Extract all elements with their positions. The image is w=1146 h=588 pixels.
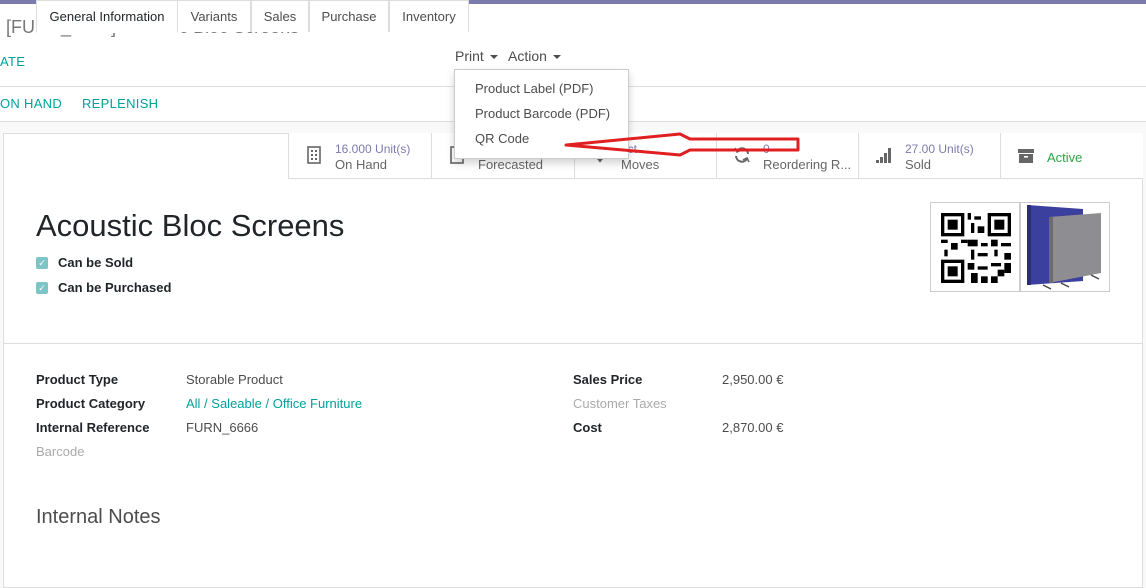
print-dropdown-button[interactable]: Print — [455, 48, 498, 68]
on-hand-button[interactable]: ON HAND — [0, 96, 62, 111]
archive-icon — [1018, 149, 1034, 163]
smart-button-active[interactable]: Active — [1000, 133, 1143, 179]
tab-divider — [4, 343, 1142, 344]
cost-field[interactable]: 2,870.00 € — [722, 420, 783, 435]
product-name[interactable]: Acoustic Bloc Screens — [36, 208, 344, 244]
menu-item-product-label[interactable]: Product Label (PDF) — [475, 81, 594, 96]
caret-down-icon — [489, 55, 498, 60]
smart-button-reordering[interactable]: 0 Reordering R... — [716, 133, 858, 179]
tab-variants[interactable]: Variants — [177, 0, 251, 32]
product-category-field[interactable]: All / Saleable / Office Furniture — [186, 396, 362, 411]
internal-reference-label: Internal Reference — [36, 420, 150, 435]
product-category-label: Product Category — [36, 396, 146, 411]
can-be-purchased-label: Can be Purchased — [58, 280, 172, 295]
sales-price-label: Sales Price — [573, 372, 643, 387]
product-image[interactable] — [1020, 202, 1110, 292]
tab-purchase[interactable]: Purchase — [309, 0, 389, 32]
action-dropdown-button[interactable]: Action — [508, 48, 561, 68]
header-button-row: ON HAND REPLENISH — [0, 96, 174, 111]
reordering-value: 0 — [763, 142, 770, 156]
sold-value: 27.00 Unit(s) — [905, 142, 974, 156]
on-hand-value: 16.000 Unit(s) — [335, 142, 411, 156]
customer-taxes-label: Customer Taxes — [573, 396, 667, 411]
qr-code-image — [930, 202, 1020, 292]
acoustic-screen-image — [1027, 205, 1101, 290]
can-be-sold-label: Can be Sold — [58, 255, 134, 270]
internal-reference-field[interactable]: FURN_6666 — [186, 420, 258, 435]
tab-inventory[interactable]: Inventory — [389, 0, 469, 32]
barcode-label: Barcode — [36, 444, 85, 459]
qr-code-icon — [941, 213, 1011, 283]
signal-icon — [876, 148, 891, 163]
internal-notes-heading: Internal Notes — [36, 506, 161, 528]
caret-down-icon — [552, 55, 561, 60]
customer-taxes-field[interactable] — [722, 396, 872, 412]
tab-general-information[interactable]: General Information — [36, 0, 178, 33]
smart-button-sold[interactable]: 27.00 Unit(s) Sold — [858, 133, 1000, 179]
create-button[interactable]: ATE — [0, 54, 25, 69]
print-dropdown-menu: Product Label (PDF) Product Barcode (PDF… — [454, 69, 629, 159]
can-be-sold-checkbox[interactable]: ✓ — [36, 257, 48, 269]
sold-label: Sold — [905, 157, 932, 172]
moves-label: Moves — [621, 157, 660, 172]
sales-price-field[interactable]: 2,950.00 € — [722, 372, 783, 387]
active-label: Active — [1047, 150, 1083, 165]
cost-label: Cost — [573, 420, 602, 435]
can-be-purchased-checkbox[interactable]: ✓ — [36, 282, 48, 294]
building-icon — [307, 146, 321, 164]
menu-item-product-barcode[interactable]: Product Barcode (PDF) — [475, 106, 610, 121]
reordering-label: Reordering R... — [763, 157, 852, 172]
replenish-button[interactable]: REPLENISH — [82, 96, 158, 111]
menu-item-qr-code[interactable]: QR Code — [475, 131, 529, 146]
product-type-field[interactable]: Storable Product — [186, 372, 283, 387]
smart-button-on-hand[interactable]: 16.000 Unit(s) On Hand — [288, 133, 431, 179]
product-type-label: Product Type — [36, 372, 119, 387]
tab-sales[interactable]: Sales — [251, 0, 309, 32]
barcode-field[interactable] — [186, 444, 336, 460]
refresh-icon — [734, 147, 750, 163]
on-hand-label: On Hand — [335, 157, 388, 172]
action-label: Action — [508, 48, 547, 64]
forecasted-label: Forecasted — [478, 157, 544, 172]
print-label: Print — [455, 48, 484, 64]
